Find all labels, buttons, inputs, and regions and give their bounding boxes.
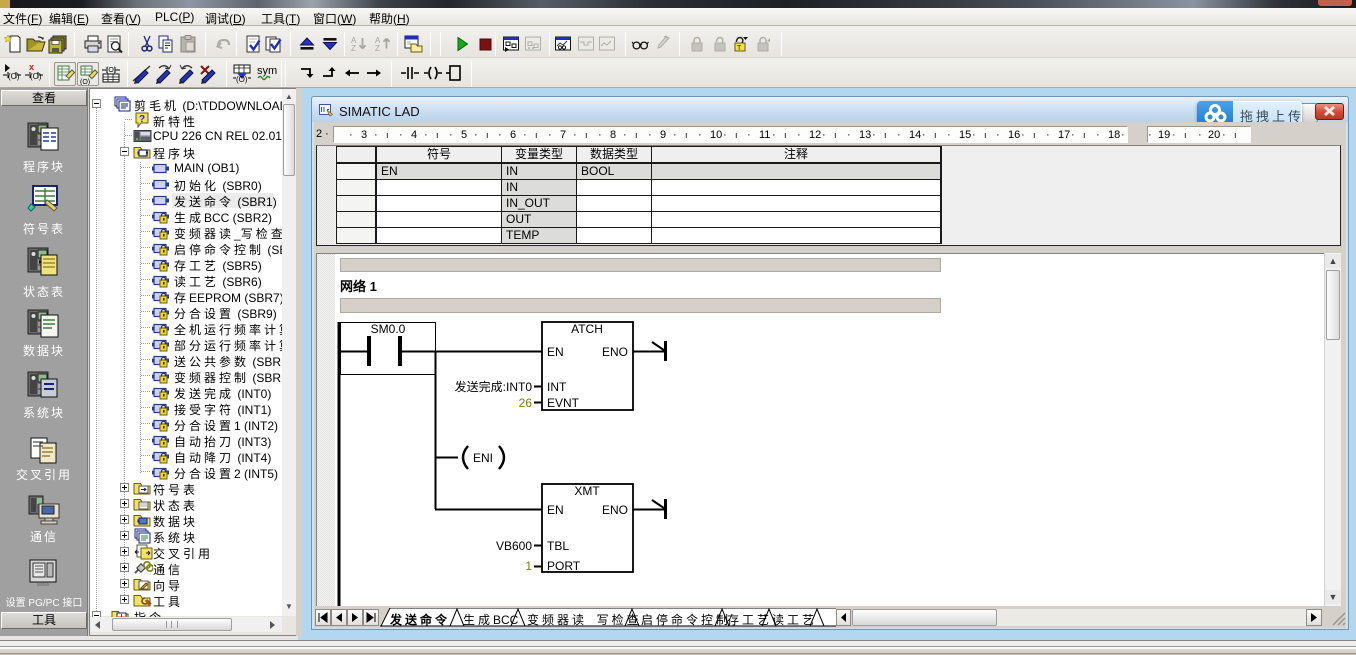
svg-text:T: T bbox=[737, 45, 742, 52]
svg-text:发送完成:INT0: 发送完成:INT0 bbox=[455, 379, 533, 394]
svg-text:XMT: XMT bbox=[574, 484, 600, 498]
svg-text:TBL: TBL bbox=[547, 539, 569, 553]
svg-text:x: x bbox=[29, 62, 34, 72]
svg-text:ENI: ENI bbox=[473, 451, 493, 465]
svg-text:PORT: PORT bbox=[547, 559, 581, 573]
svg-text:INT: INT bbox=[547, 380, 567, 394]
svg-text:?: ? bbox=[139, 114, 145, 125]
svg-text:EN: EN bbox=[547, 503, 564, 517]
svg-text:(O): (O) bbox=[106, 67, 116, 74]
svg-text:(O): (O) bbox=[30, 72, 42, 81]
svg-text:26: 26 bbox=[519, 396, 533, 410]
svg-text:sym: sym bbox=[257, 65, 277, 77]
svg-text:1: 1 bbox=[525, 559, 532, 573]
svg-text:Z: Z bbox=[375, 44, 380, 53]
svg-text:VB600: VB600 bbox=[496, 539, 532, 553]
svg-text:(O): (O) bbox=[8, 72, 20, 81]
svg-text:(O): (O) bbox=[236, 75, 248, 84]
svg-text:Z: Z bbox=[351, 44, 356, 53]
svg-text:ENO: ENO bbox=[602, 503, 628, 517]
svg-text:ENO: ENO bbox=[602, 345, 628, 359]
svg-text:ATCH: ATCH bbox=[571, 322, 603, 336]
svg-text:(O): (O) bbox=[80, 79, 90, 85]
svg-text:EVNT: EVNT bbox=[547, 396, 580, 410]
svg-text:EN: EN bbox=[547, 345, 564, 359]
svg-text:SM0.0: SM0.0 bbox=[371, 322, 406, 336]
